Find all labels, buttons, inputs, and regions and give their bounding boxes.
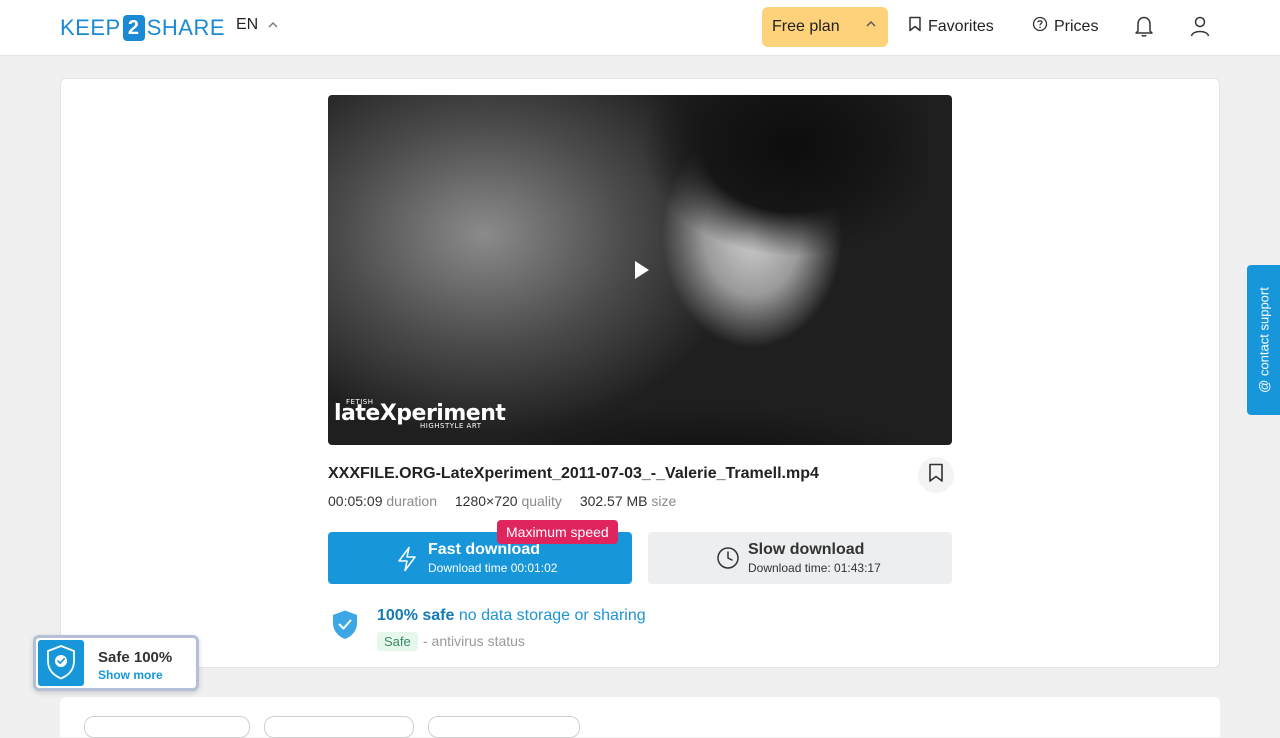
watermark-top: FETISH bbox=[346, 398, 374, 406]
tab-chip[interactable] bbox=[84, 716, 250, 738]
chevron-up-icon bbox=[866, 19, 876, 31]
play-icon[interactable] bbox=[635, 261, 649, 279]
duration-value: 00:05:09 bbox=[328, 493, 383, 509]
slow-download-button[interactable]: Slow download Download time: 01:43:17 bbox=[648, 532, 952, 584]
plan-label: Free plan bbox=[772, 18, 840, 35]
lightning-icon bbox=[396, 546, 418, 577]
top-header: KEEP 2 SHARE EN Free plan Favorites Pric… bbox=[0, 0, 1280, 56]
watermark-bottom: HIGHSTYLE ART bbox=[420, 422, 482, 430]
show-more-link[interactable]: Show more bbox=[98, 668, 163, 682]
file-meta: 00:05:09 duration 1280×720 quality 302.5… bbox=[328, 493, 676, 509]
shield-check-icon bbox=[331, 609, 359, 646]
maximum-speed-badge: Maximum speed bbox=[497, 520, 618, 544]
video-preview[interactable]: FETISH lateXperiment HIGHSTYLE ART bbox=[328, 95, 952, 445]
bell-icon[interactable] bbox=[1133, 14, 1157, 40]
video-shadow-bottom bbox=[448, 355, 952, 445]
favorites-label: Favorites bbox=[928, 17, 994, 35]
slow-download-time: Download time: 01:43:17 bbox=[748, 561, 881, 575]
quality-label: quality bbox=[521, 493, 562, 509]
logo-text-keep: KEEP bbox=[60, 15, 121, 40]
video-shadow-top bbox=[628, 95, 928, 265]
tab-chip[interactable] bbox=[264, 716, 414, 738]
prices-label: Prices bbox=[1054, 17, 1099, 35]
free-plan-button[interactable]: Free plan bbox=[762, 7, 888, 47]
slow-download-title: Slow download bbox=[748, 541, 865, 558]
question-circle-icon bbox=[1032, 16, 1048, 37]
safe-widget-title: Safe 100% bbox=[98, 649, 173, 666]
add-to-favorites-button[interactable] bbox=[918, 457, 954, 493]
quality-value: 1280×720 bbox=[454, 493, 518, 509]
tab-chip[interactable] bbox=[428, 716, 580, 738]
contact-support-label: @ contact support bbox=[1256, 287, 1271, 393]
safe-widget[interactable]: Safe 100% Show more bbox=[33, 635, 199, 691]
bookmark-icon bbox=[928, 463, 944, 488]
language-selector[interactable]: EN bbox=[236, 16, 278, 34]
favorites-link[interactable]: Favorites bbox=[908, 16, 994, 37]
prices-link[interactable]: Prices bbox=[1032, 16, 1098, 37]
shield-check-icon bbox=[38, 645, 84, 690]
language-label: EN bbox=[236, 16, 259, 33]
logo-text-2: 2 bbox=[122, 15, 145, 41]
video-watermark: FETISH lateXperiment HIGHSTYLE ART bbox=[334, 399, 506, 430]
clock-icon bbox=[716, 546, 740, 575]
size-value: 302.57 MB bbox=[579, 493, 648, 509]
antivirus-safe-badge: Safe bbox=[377, 632, 418, 651]
safety-rest: no data storage or sharing bbox=[458, 607, 646, 624]
file-name: XXXFILE.ORG-LateXperiment_2011-07-03_-_V… bbox=[328, 465, 819, 482]
contact-support-tab[interactable]: @ contact support bbox=[1247, 265, 1280, 415]
size-label: size bbox=[651, 493, 677, 509]
user-icon[interactable] bbox=[1189, 14, 1213, 40]
site-logo[interactable]: KEEP 2 SHARE bbox=[60, 14, 225, 42]
safety-statement: 100% safe no data storage or sharing bbox=[377, 607, 646, 625]
chevron-up-icon bbox=[268, 20, 278, 32]
safe-widget-badge bbox=[38, 640, 84, 686]
logo-text-share: SHARE bbox=[146, 15, 225, 40]
bookmark-icon bbox=[908, 16, 922, 37]
fast-download-time: Download time 00:01:02 bbox=[428, 561, 558, 575]
safety-strong: 100% safe bbox=[377, 607, 455, 624]
antivirus-status-label: - antivirus status bbox=[423, 633, 525, 649]
duration-label: duration bbox=[386, 493, 437, 509]
